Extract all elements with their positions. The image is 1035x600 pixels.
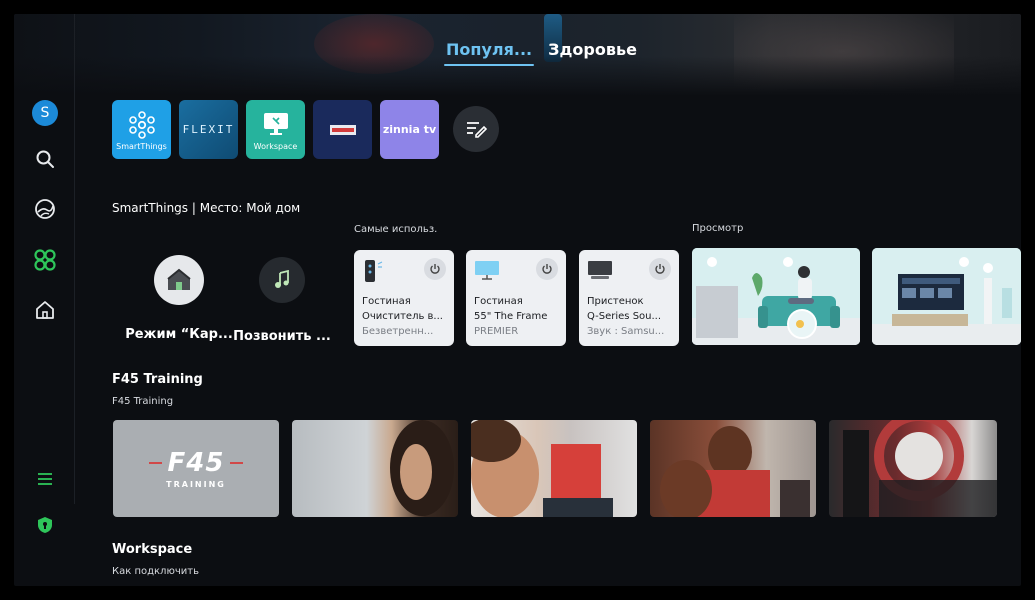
quick-mode[interactable]: Режим “Кар... <box>124 255 234 342</box>
hero-image-detail <box>314 14 434 74</box>
power-button[interactable] <box>649 258 671 280</box>
device-status: Безветренн... <box>362 326 434 337</box>
device-room: Пристенок <box>587 296 644 307</box>
device-name: 55" The Frame <box>474 311 548 322</box>
device-status: PREMIER <box>474 326 519 337</box>
privacy-shield-icon[interactable] <box>32 512 58 538</box>
app-label: SmartThings <box>116 142 167 151</box>
video-thumbnail <box>843 420 997 517</box>
device-name: Q-Series Sou... <box>587 311 662 322</box>
view-label: Просмотр <box>692 223 744 234</box>
quick-call[interactable]: Позвонить ... <box>227 257 337 344</box>
app-zinnia-tv[interactable]: zinnia tv <box>380 100 439 159</box>
sidebar-divider <box>74 14 75 504</box>
app-label: Workspace <box>253 142 298 151</box>
f45-logo-text: F45 <box>161 448 231 478</box>
device-card-soundbar[interactable]: Пристенок Q-Series Sou... Звук : Samsu..… <box>579 250 679 346</box>
smartthings-app-icon <box>128 110 155 139</box>
workspace-section-subtitle: Как подключить <box>112 566 199 577</box>
profile-avatar[interactable]: S <box>32 100 58 126</box>
quick-call-label: Позвонить ... <box>233 329 331 344</box>
smartthings-clover-icon[interactable] <box>32 247 58 273</box>
tv-screen: Популя... Здоровье S SmartThings FLEXIT … <box>14 14 1021 586</box>
hero-image-person <box>734 14 954 89</box>
power-button[interactable] <box>536 258 558 280</box>
air-purifier-icon <box>365 260 383 282</box>
zinnia-logo-text: zinnia tv <box>382 123 437 136</box>
f45-section-title: F45 Training <box>112 372 203 387</box>
device-room: Гостиная <box>362 296 411 307</box>
device-card-purifier[interactable]: Гостиная Очиститель в... Безветренн... <box>354 250 454 346</box>
menu-icon[interactable] <box>32 466 58 492</box>
preview-card-living-room[interactable] <box>692 248 860 345</box>
search-icon[interactable] <box>32 146 58 172</box>
flexit-logo-text: FLEXIT <box>182 123 235 136</box>
music-note-icon <box>259 257 305 303</box>
edit-list-icon <box>467 122 487 138</box>
f45-section-subtitle: F45 Training <box>112 396 174 407</box>
apps-row: SmartThings FLEXIT Workspace zinnia tv <box>112 100 499 159</box>
device-name: Очиститель в... <box>362 311 443 322</box>
device-card-frame[interactable]: Гостиная 55" The Frame PREMIER <box>466 250 566 346</box>
power-icon <box>655 264 665 274</box>
video-thumbnail <box>660 426 810 517</box>
video-thumbnail <box>471 420 613 517</box>
f45-logo-tile[interactable]: F45 TRAINING <box>113 420 279 517</box>
f45-video-tile-4[interactable] <box>829 420 997 517</box>
edit-apps-button[interactable] <box>453 106 499 152</box>
f45-logo: F45 TRAINING <box>113 448 279 489</box>
mobile-app-logo-icon <box>329 124 356 135</box>
f45-video-tile-3[interactable] <box>650 420 816 517</box>
app-smartthings[interactable]: SmartThings <box>112 100 171 159</box>
device-status: Звук : Samsu... <box>587 326 665 337</box>
room-tv-illustration <box>872 248 1021 345</box>
ambient-icon[interactable] <box>32 196 58 222</box>
workspace-section-title: Workspace <box>112 542 193 557</box>
most-used-label: Самые использ. <box>354 224 438 235</box>
power-icon <box>542 264 552 274</box>
device-room: Гостиная <box>474 296 523 307</box>
workspace-monitor-icon <box>263 112 288 135</box>
video-thumbnail <box>390 420 454 516</box>
power-button[interactable] <box>424 258 446 280</box>
preview-card-room-tv[interactable] <box>872 248 1021 345</box>
quick-mode-label: Режим “Кар... <box>125 327 233 342</box>
tab-health[interactable]: Здоровье <box>548 40 637 59</box>
sidebar: S <box>14 96 74 586</box>
home-icon[interactable] <box>32 297 58 323</box>
house-mode-icon <box>154 255 204 305</box>
living-room-illustration <box>692 248 860 345</box>
hero-tabs: Популя... Здоровье <box>443 40 637 66</box>
app-workspace[interactable]: Workspace <box>246 100 305 159</box>
app-flexit[interactable]: FLEXIT <box>179 100 238 159</box>
app-mobile[interactable] <box>313 100 372 159</box>
f45-logo-sub: TRAINING <box>166 480 226 489</box>
smartthings-title: SmartThings | Место: Мой дом <box>112 201 301 215</box>
tab-popular[interactable]: Популя... <box>443 40 535 66</box>
soundbar-icon <box>588 261 612 279</box>
f45-video-tile-2[interactable] <box>471 420 637 517</box>
f45-video-tile-1[interactable] <box>292 420 458 517</box>
tv-icon <box>475 261 499 280</box>
power-icon <box>430 264 440 274</box>
